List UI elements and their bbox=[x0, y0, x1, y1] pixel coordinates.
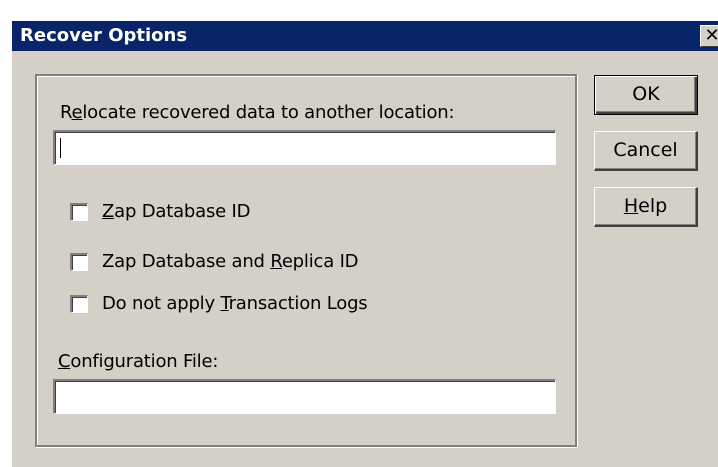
configuration-file-label: Configuration File: bbox=[58, 351, 219, 372]
relocate-label: Relocate recovered data to another locat… bbox=[60, 102, 455, 123]
recover-options-dialog: Recover Options ✕ Relocate recovered dat… bbox=[12, 21, 718, 467]
text-caret bbox=[60, 138, 61, 158]
zap-database-id-checkbox[interactable] bbox=[70, 203, 88, 221]
configuration-file-input[interactable] bbox=[53, 379, 556, 414]
relocate-input[interactable] bbox=[53, 130, 556, 165]
zap-database-replica-id-checkbox[interactable] bbox=[70, 253, 88, 271]
window-title: Recover Options bbox=[20, 25, 188, 46]
no-transaction-logs-label[interactable]: Do not apply Transaction Logs bbox=[102, 293, 368, 314]
zap-database-id-label[interactable]: Zap Database ID bbox=[102, 201, 250, 222]
zap-database-replica-id-label[interactable]: Zap Database and Replica ID bbox=[102, 251, 359, 272]
no-transaction-logs-checkbox[interactable] bbox=[70, 295, 88, 313]
title-bar[interactable]: Recover Options bbox=[12, 21, 718, 51]
ok-button[interactable]: OK bbox=[594, 75, 698, 115]
help-button[interactable]: Help bbox=[594, 187, 698, 227]
close-icon: ✕ bbox=[704, 25, 718, 46]
close-button[interactable]: ✕ bbox=[700, 25, 718, 47]
cancel-button[interactable]: Cancel bbox=[594, 131, 698, 171]
